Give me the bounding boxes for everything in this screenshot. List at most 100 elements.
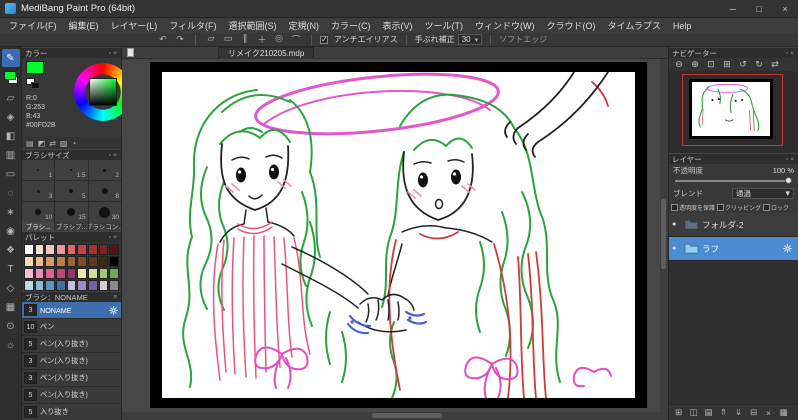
palette-swatch[interactable] [88,268,98,279]
palette-swatch[interactable] [34,244,45,255]
layer-option-checkbox[interactable] [763,203,771,211]
palette-swatch[interactable] [45,268,55,279]
menu-item[interactable]: フィルタ(F) [163,19,222,32]
brush-list-item[interactable]: 5 ペン(入り抜き) [22,387,121,404]
palette-swatch[interactable] [56,256,66,267]
brush-list-item[interactable]: 3 NONAME [22,302,121,319]
brush-size-cell[interactable]: 1.5 [55,160,88,180]
brush-size-cell[interactable]: 3 [22,181,55,201]
palette-swatch[interactable] [98,244,109,255]
close-button[interactable]: × [772,0,798,17]
transform-icon[interactable]: ▱ [204,33,218,46]
brush-list-item[interactable]: 3 ペン(入り抜き) [22,370,121,387]
palette-swatch[interactable] [24,268,34,279]
select-tool[interactable]: ▭ [2,165,20,183]
hscrollbar-handle[interactable] [372,413,442,418]
canvas-vertical-scrollbar[interactable] [660,59,668,412]
menu-item[interactable]: クラウド(O) [541,19,602,32]
palette-swatch[interactable] [66,268,77,279]
rotate-ccw-icon[interactable]: ↺ [736,59,750,70]
canvas-tab[interactable]: リメイク210205.mdp [218,46,315,59]
snap-off-icon[interactable]: ▭ [221,33,235,46]
hand-tool[interactable]: ❖ [2,241,20,259]
menu-item[interactable]: 定規(N) [283,19,326,32]
color-rgb-icon[interactable]: ▤ [26,139,34,148]
magic-wand-tool[interactable]: ∗ [2,203,20,221]
eyedropper-tool[interactable]: ◉ [2,222,20,240]
zoom-in-icon[interactable]: ⊕ [688,59,702,70]
zoom-tool[interactable]: ⊙ [2,317,20,335]
menu-item[interactable]: 選択範囲(S) [223,19,283,32]
palette-swatch[interactable] [24,280,34,291]
shape-tool[interactable]: ◇ [2,279,20,297]
panel-close-icon[interactable]: × [112,234,118,241]
delete-layer-icon[interactable]: × [762,408,775,418]
palette-swatch[interactable] [66,280,77,291]
new-folder-icon[interactable]: ◫ [687,407,700,418]
merge-layer-icon[interactable]: ⊟ [747,407,760,418]
panel-close-icon[interactable]: × [789,156,795,163]
eraser-tool[interactable]: ▱ [2,89,20,107]
palette-swatch[interactable] [109,268,119,279]
undo-icon[interactable]: ↶ [156,34,170,45]
default-black-swatch[interactable] [31,82,40,89]
brush-list-item[interactable]: 5 ペン(入り抜き) [22,336,121,353]
brush-list-item[interactable]: 5 入り抜き [22,404,121,420]
palette-swatch[interactable] [66,256,77,267]
menu-item[interactable]: ファイル(F) [3,19,63,32]
fill-tool[interactable]: ◧ [2,127,20,145]
gear-icon[interactable] [783,244,792,253]
panel-close-icon[interactable]: × [112,152,118,159]
menu-item[interactable]: ウィンドウ(W) [469,19,541,32]
layer-option-checkbox[interactable] [671,203,678,211]
brush-tool[interactable]: ✎ [1,49,20,67]
layer-row[interactable]: ● ラフ [669,237,798,261]
palette-swatch[interactable] [56,244,66,255]
blend-mode-dropdown[interactable]: 通過 ▾ [732,188,794,199]
brush-size-cell[interactable]: 5 [55,181,88,201]
palette-swatch[interactable] [98,268,109,279]
brush-size-cell[interactable]: 1 [22,160,55,180]
minimize-button[interactable]: ─ [720,0,746,17]
menu-item[interactable]: カラー(C) [325,19,377,32]
snap-parallel-icon[interactable]: ∥ [238,33,252,46]
palette-swatch[interactable] [66,244,77,255]
duplicate-layer-icon[interactable]: ▤ [702,407,715,418]
snap-radial-icon[interactable]: ◎ [272,33,286,46]
layer-visibility-dot[interactable]: ● [672,245,681,252]
palette-swatch[interactable] [34,280,45,291]
brush-size-cell[interactable]: 2 [88,160,121,180]
vscrollbar-handle[interactable] [661,199,666,269]
palette-swatch[interactable] [45,256,55,267]
brush-size-cell[interactable]: 10 [22,202,55,222]
brush-size-cell[interactable]: 8 [88,181,121,201]
antialias-checkbox[interactable] [320,35,328,44]
palette-swatch[interactable] [109,280,119,291]
zoom-fit-icon[interactable]: ⊡ [704,59,718,70]
palette-swatch[interactable] [34,268,45,279]
opacity-slider[interactable] [675,177,792,186]
palette-swatch[interactable] [88,280,98,291]
zoom-100-icon[interactable]: ⊞ [720,59,734,70]
gear-icon[interactable] [109,305,118,315]
move-layer-up-icon[interactable]: ⇑ [717,407,730,418]
lasso-tool[interactable]: ◌ [2,184,20,202]
color-history-icon[interactable]: ◔ [71,139,76,148]
menu-item[interactable]: 表示(V) [377,19,419,32]
palette-swatch[interactable] [77,280,87,291]
canvas-document[interactable] [162,72,635,398]
panel-menu-icon[interactable]: ≡ [112,294,118,301]
gradient-tool[interactable]: ▥ [2,146,20,164]
palette-swatch[interactable] [56,280,66,291]
swap-colors-icon[interactable]: ⇄ [49,139,56,148]
palette-swatch[interactable] [77,268,87,279]
menu-item[interactable]: Help [667,21,698,31]
current-color-swatch[interactable] [26,61,44,74]
new-layer-icon[interactable]: ⊞ [672,407,685,418]
palette-swatch[interactable] [98,280,109,291]
palette-swatch[interactable] [45,244,55,255]
layer-visibility-dot[interactable]: ● [672,221,681,228]
color-saturation-square[interactable] [89,78,117,106]
panel-close-icon[interactable]: × [789,50,795,57]
menu-item[interactable]: レイヤー(L) [105,19,164,32]
